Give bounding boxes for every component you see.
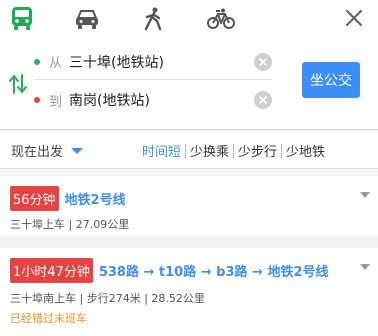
sort-option-shortest-time[interactable]: 时间短 xyxy=(142,141,181,160)
route-lines: 538路 → t10路 → b3路 → 地铁2号线 xyxy=(98,265,329,280)
route-summary: 1小时47分钟 538路 → t10路 → b3路 → 地铁2号线 xyxy=(10,258,329,283)
swap-icon xyxy=(9,74,27,94)
origin-place[interactable]: 三十埠(地铁站) xyxy=(69,52,254,72)
car-icon xyxy=(76,10,98,29)
transport-mode-tabs xyxy=(0,0,378,40)
destination-place[interactable]: 南岗(地铁站) xyxy=(69,90,254,110)
destination-field[interactable]: 到 南岗(地铁站) xyxy=(34,82,272,118)
clear-icon xyxy=(259,96,267,104)
sort-option-less-walking[interactable]: 少步行 xyxy=(238,141,277,160)
car-mode-tab[interactable] xyxy=(70,4,104,34)
close-icon xyxy=(345,9,363,27)
caret-down-icon xyxy=(71,147,84,154)
bus-mode-tab[interactable] xyxy=(5,4,39,34)
route-lines: 地铁2号线 xyxy=(64,193,126,208)
sort-options: 时间短 少换乘 少步行 少地铁 xyxy=(142,141,325,160)
take-transit-button[interactable]: 坐公交 xyxy=(302,62,360,98)
duration-badge: 56分钟 xyxy=(10,186,59,211)
depart-label: 现在出发 xyxy=(11,145,64,160)
walk-mode-tab[interactable] xyxy=(136,4,170,34)
last-bus-warning: 已经错过末班车 xyxy=(10,312,87,325)
route-result-card[interactable]: 56分钟 地铁2号线 三十埠上车 | 27.09公里 xyxy=(0,176,378,236)
filter-bar: 现在出发 时间短 少换乘 少步行 少地铁 xyxy=(0,131,378,169)
duration-badge: 1小时47分钟 xyxy=(10,258,93,283)
sort-option-fewer-transfers[interactable]: 少换乘 xyxy=(190,141,229,160)
destination-tag: 到 xyxy=(49,94,63,110)
route-inputs: 从 三十埠(地铁站) 到 南岗(地铁站) 坐公交 xyxy=(0,44,378,128)
depart-time-selector[interactable]: 现在出发 xyxy=(11,141,84,160)
expand-chevron-icon[interactable] xyxy=(360,192,370,198)
divider xyxy=(281,143,283,158)
route-meta: 三十埠南上车 | 步行274米 | 28.52公里 xyxy=(10,292,205,305)
divider xyxy=(233,143,235,158)
bike-mode-tab[interactable] xyxy=(204,4,238,34)
origin-tag: 从 xyxy=(49,56,63,71)
origin-dot xyxy=(34,58,40,65)
route-summary: 56分钟 地铁2号线 xyxy=(10,186,126,211)
bus-icon xyxy=(12,7,32,30)
sort-option-less-subway[interactable]: 少地铁 xyxy=(286,141,325,160)
divider xyxy=(185,143,187,158)
bike-icon xyxy=(207,8,235,29)
clear-destination-button[interactable] xyxy=(254,91,272,109)
expand-chevron-icon[interactable] xyxy=(360,264,370,270)
route-planner-header: 从 三十埠(地铁站) 到 南岗(地铁站) 坐公交 xyxy=(0,0,378,130)
swap-button[interactable] xyxy=(7,71,29,97)
route-meta: 三十埠上车 | 27.09公里 xyxy=(10,218,130,231)
close-button[interactable] xyxy=(340,4,368,32)
clear-origin-button[interactable] xyxy=(254,52,272,71)
clear-icon xyxy=(259,57,267,66)
route-result-card[interactable]: 1小时47分钟 538路 → t10路 → b3路 → 地铁2号线 三十埠南上车… xyxy=(0,248,378,336)
walk-icon xyxy=(144,7,162,31)
destination-dot xyxy=(34,97,40,103)
origin-field[interactable]: 从 三十埠(地铁站) xyxy=(34,44,272,80)
